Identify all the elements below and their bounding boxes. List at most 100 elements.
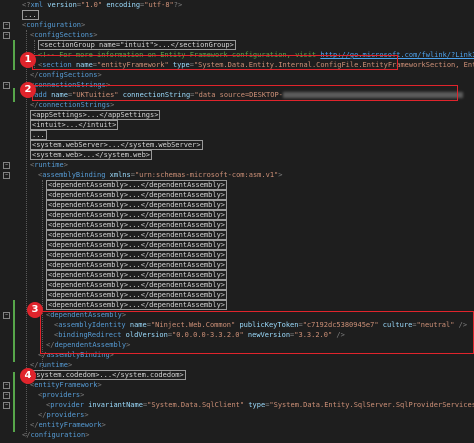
code-tag: configuration	[30, 431, 86, 439]
code-line[interactable]: <entityFramework>	[30, 380, 102, 390]
code-tag: provider	[50, 401, 89, 409]
code-line[interactable]: <dependentAssembly>...</dependentAssembl…	[46, 210, 228, 220]
collapse-toggle-icon[interactable]: −	[3, 312, 10, 319]
highlight-box-connection-string	[32, 85, 458, 101]
editor-gutter	[0, 0, 12, 443]
collapse-toggle-icon[interactable]: −	[3, 402, 10, 409]
callout-marker-2: 2	[20, 82, 36, 98]
collapsed-region[interactable]: <dependentAssembly>...</dependentAssembl…	[46, 250, 228, 260]
code-line[interactable]: <runtime>	[30, 160, 68, 170]
collapse-toggle-icon[interactable]: −	[3, 392, 10, 399]
collapsed-region[interactable]: <dependentAssembly>...</dependentAssembl…	[46, 260, 228, 270]
code-line[interactable]: <system.webServer>...</system.webServer>	[30, 140, 203, 150]
code-punctuation: ?>	[173, 1, 183, 9]
code-tag: providers	[46, 411, 85, 419]
code-line[interactable]: <appSettings>...</appSettings>	[30, 110, 161, 120]
code-line[interactable]: ...	[30, 130, 47, 140]
change-indicator	[13, 40, 15, 70]
code-value: "utf-8"	[144, 1, 174, 9]
collapse-toggle-icon[interactable]: −	[3, 22, 10, 29]
code-punctuation: >	[110, 101, 115, 109]
code-line[interactable]: <assemblyBinding xmlns="urn:schemas-micr…	[38, 170, 282, 180]
code-line[interactable]: </connectionStrings>	[30, 100, 114, 110]
collapse-toggle-icon[interactable]: −	[3, 32, 10, 39]
code-line[interactable]: <dependentAssembly>...</dependentAssembl…	[46, 260, 228, 270]
code-tag: entityFramework	[34, 381, 98, 389]
collapsed-region[interactable]: ...	[22, 10, 39, 20]
code-line[interactable]: <intuit>...</intuit>	[30, 120, 119, 130]
collapsed-region[interactable]: <system.web>...</system.web>	[30, 150, 153, 160]
collapsed-region[interactable]: <dependentAssembly>...</dependentAssembl…	[46, 180, 228, 190]
code-line[interactable]: <system.codedom>...</system.codedom>	[30, 370, 186, 380]
code-line[interactable]: <configSections>	[30, 30, 97, 40]
highlight-box-dependent-assembly	[40, 311, 474, 354]
code-punctuation: >	[84, 411, 89, 419]
code-punctuation: >	[85, 431, 90, 439]
code-line[interactable]: </configSections>	[30, 70, 102, 80]
code-line[interactable]: <?xml version="1.0" encoding="utf-8"?>	[22, 0, 182, 10]
code-line[interactable]: <system.web>...</system.web>	[30, 150, 153, 160]
code-punctuation: >	[97, 381, 102, 389]
collapsed-region[interactable]: ...	[30, 130, 47, 140]
code-attribute: invariantName	[88, 401, 143, 409]
code-punctuation: >	[80, 391, 85, 399]
collapse-toggle-icon[interactable]: −	[3, 172, 10, 179]
collapsed-region[interactable]: <dependentAssembly>...</dependentAssembl…	[46, 210, 228, 220]
code-attribute: type	[248, 401, 266, 409]
code-attribute: xmlns	[109, 171, 131, 179]
code-line[interactable]: <dependentAssembly>...</dependentAssembl…	[46, 250, 228, 260]
code-line[interactable]: </entityFramework>	[30, 420, 106, 430]
code-tag: entityFramework	[38, 421, 102, 429]
code-line[interactable]: <dependentAssembly>...</dependentAssembl…	[46, 180, 228, 190]
collapsed-region[interactable]: <dependentAssembly>...</dependentAssembl…	[46, 290, 228, 300]
code-line[interactable]: <dependentAssembly>...</dependentAssembl…	[46, 300, 228, 310]
code-line[interactable]: ...	[22, 10, 39, 20]
callout-marker-3: 3	[27, 302, 43, 318]
code-value: "System.Data.Entity.SqlServer.SqlProvide…	[269, 401, 474, 409]
code-line[interactable]: <providers>	[38, 390, 84, 400]
collapsed-region[interactable]: <dependentAssembly>...</dependentAssembl…	[46, 300, 228, 310]
code-line[interactable]: <dependentAssembly>...</dependentAssembl…	[46, 190, 228, 200]
code-line[interactable]: </providers>	[38, 410, 89, 420]
code-line[interactable]: <dependentAssembly>...</dependentAssembl…	[46, 270, 228, 280]
collapsed-region[interactable]: <dependentAssembly>...</dependentAssembl…	[46, 280, 228, 290]
collapsed-region[interactable]: <dependentAssembly>...</dependentAssembl…	[46, 190, 228, 200]
collapsed-region[interactable]: <dependentAssembly>...</dependentAssembl…	[46, 270, 228, 280]
collapsed-region[interactable]: <system.webServer>...</system.webServer>	[30, 140, 203, 150]
code-line[interactable]: <dependentAssembly>...</dependentAssembl…	[46, 280, 228, 290]
collapsed-region[interactable]: <dependentAssembly>...</dependentAssembl…	[46, 240, 228, 250]
code-punctuation: >	[93, 31, 98, 39]
code-tag: providers	[42, 391, 81, 399]
code-value: "System.Data.SqlClient"	[147, 401, 249, 409]
collapsed-region[interactable]: <dependentAssembly>...</dependentAssembl…	[46, 220, 228, 230]
code-tag: xml	[30, 1, 48, 9]
code-line[interactable]: <sectionGroup name="intuit">...</section…	[38, 40, 236, 50]
code-line[interactable]: <dependentAssembly>...</dependentAssembl…	[46, 230, 228, 240]
code-line[interactable]: <dependentAssembly>...</dependentAssembl…	[46, 220, 228, 230]
code-line[interactable]: <dependentAssembly>...</dependentAssembl…	[46, 200, 228, 210]
collapsed-region[interactable]: <system.codedom>...</system.codedom>	[30, 370, 186, 380]
code-punctuation: >	[97, 71, 102, 79]
code-punctuation: >	[101, 421, 106, 429]
collapsed-region[interactable]: <sectionGroup name="intuit">...</section…	[38, 40, 236, 50]
code-line[interactable]: <provider invariantName="System.Data.Sql…	[46, 400, 474, 410]
code-tag: configuration	[26, 21, 82, 29]
callout-marker-1: 1	[20, 52, 36, 68]
collapsed-region[interactable]: <appSettings>...</appSettings>	[30, 110, 161, 120]
code-value: "1.0"	[81, 1, 107, 9]
code-line[interactable]: <dependentAssembly>...</dependentAssembl…	[46, 290, 228, 300]
collapsed-region[interactable]: <intuit>...</intuit>	[30, 120, 119, 130]
code-line[interactable]: <dependentAssembly>...</dependentAssembl…	[46, 240, 228, 250]
highlight-box-section	[32, 55, 398, 70]
collapse-toggle-icon[interactable]: −	[3, 82, 10, 89]
code-tag: runtime	[34, 161, 64, 169]
collapse-toggle-icon[interactable]: −	[3, 162, 10, 169]
collapsed-region[interactable]: <dependentAssembly>...</dependentAssembl…	[46, 230, 228, 240]
code-line[interactable]: </configuration>	[22, 430, 89, 440]
collapsed-region[interactable]: <dependentAssembly>...</dependentAssembl…	[46, 200, 228, 210]
collapse-toggle-icon[interactable]: −	[3, 382, 10, 389]
code-punctuation: >	[63, 161, 68, 169]
code-line[interactable]: </runtime>	[30, 360, 72, 370]
change-indicator	[13, 88, 15, 102]
code-line[interactable]: <configuration>	[22, 20, 85, 30]
